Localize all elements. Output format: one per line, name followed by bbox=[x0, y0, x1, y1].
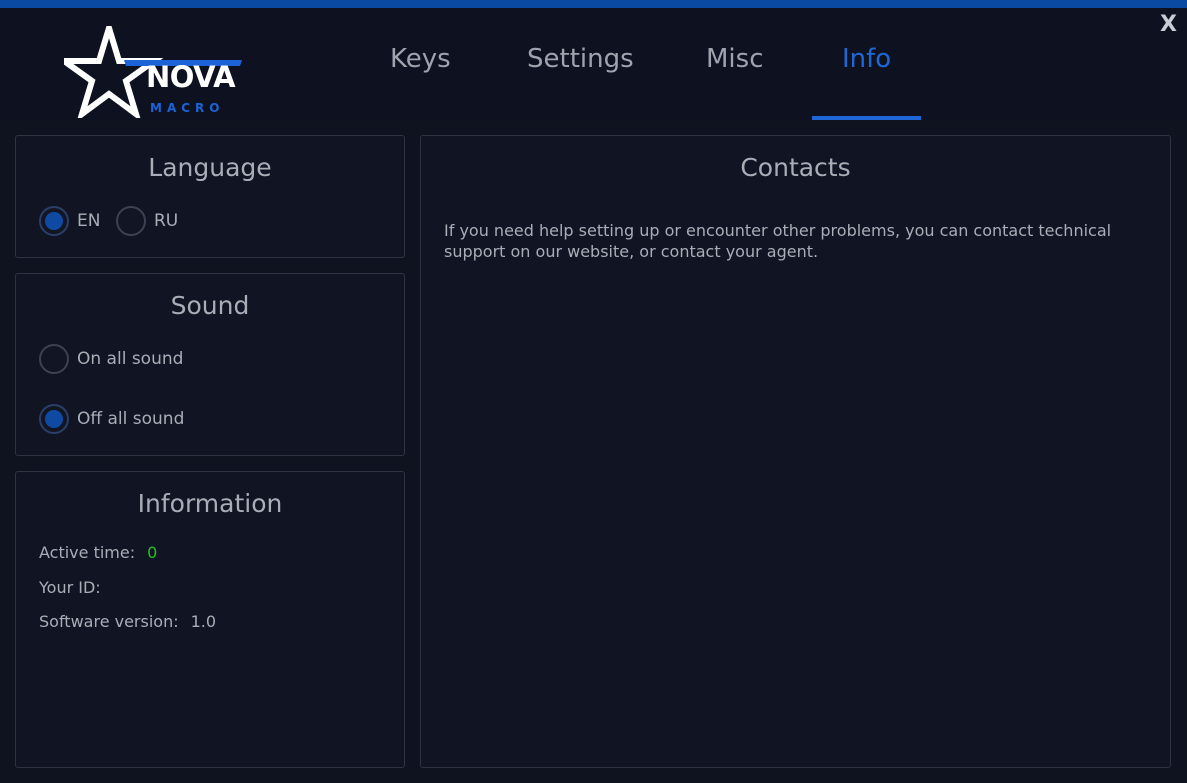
language-option-ru[interactable]: RU bbox=[116, 206, 178, 236]
software-version-row: Software version: 1.0 bbox=[39, 612, 216, 631]
close-button[interactable]: X bbox=[1160, 12, 1177, 37]
top-accent-bar bbox=[0, 0, 1187, 8]
language-option-en-label: EN bbox=[77, 211, 101, 231]
software-version-value: 1.0 bbox=[190, 612, 217, 631]
radio-en-indicator[interactable] bbox=[39, 206, 69, 236]
sound-option-off-label: Off all sound bbox=[77, 409, 185, 429]
radio-ru-indicator[interactable] bbox=[116, 206, 146, 236]
your-id-row: Your ID: bbox=[39, 578, 113, 597]
sound-panel: Sound On all sound Off all sound bbox=[15, 273, 405, 456]
tab-misc[interactable]: Misc bbox=[706, 44, 764, 74]
radio-on-sound-indicator[interactable] bbox=[39, 344, 69, 374]
tab-bar: Keys Settings Misc Info bbox=[0, 8, 1187, 120]
contacts-text: If you need help setting up or encounter… bbox=[444, 221, 1112, 261]
your-id-label: Your ID: bbox=[39, 578, 101, 597]
sound-option-on-label: On all sound bbox=[77, 349, 184, 369]
language-title: Language bbox=[148, 153, 272, 182]
tab-keys[interactable]: Keys bbox=[390, 44, 451, 74]
language-option-ru-label: RU bbox=[154, 211, 179, 231]
tab-info[interactable]: Info bbox=[842, 44, 891, 74]
active-time-value: 0 bbox=[147, 543, 158, 562]
information-title: Information bbox=[137, 489, 283, 518]
active-time-label: Active time: bbox=[39, 543, 136, 562]
radio-off-sound-indicator[interactable] bbox=[39, 404, 69, 434]
sound-title: Sound bbox=[170, 291, 250, 320]
information-panel: Information Active time: 0 Your ID: Softw… bbox=[15, 471, 405, 768]
contacts-panel: Contacts If you need help setting up or … bbox=[420, 135, 1171, 768]
language-panel: Language EN RU bbox=[15, 135, 405, 258]
language-option-en[interactable]: EN bbox=[39, 206, 100, 236]
contacts-title: Contacts bbox=[740, 153, 851, 182]
active-time-row: Active time: 0 bbox=[39, 543, 157, 562]
sound-option-on[interactable]: On all sound bbox=[39, 344, 183, 374]
tab-settings[interactable]: Settings bbox=[527, 44, 634, 74]
active-tab-underline bbox=[812, 116, 921, 120]
software-version-label: Software version: bbox=[39, 612, 179, 631]
sound-option-off[interactable]: Off all sound bbox=[39, 404, 184, 434]
